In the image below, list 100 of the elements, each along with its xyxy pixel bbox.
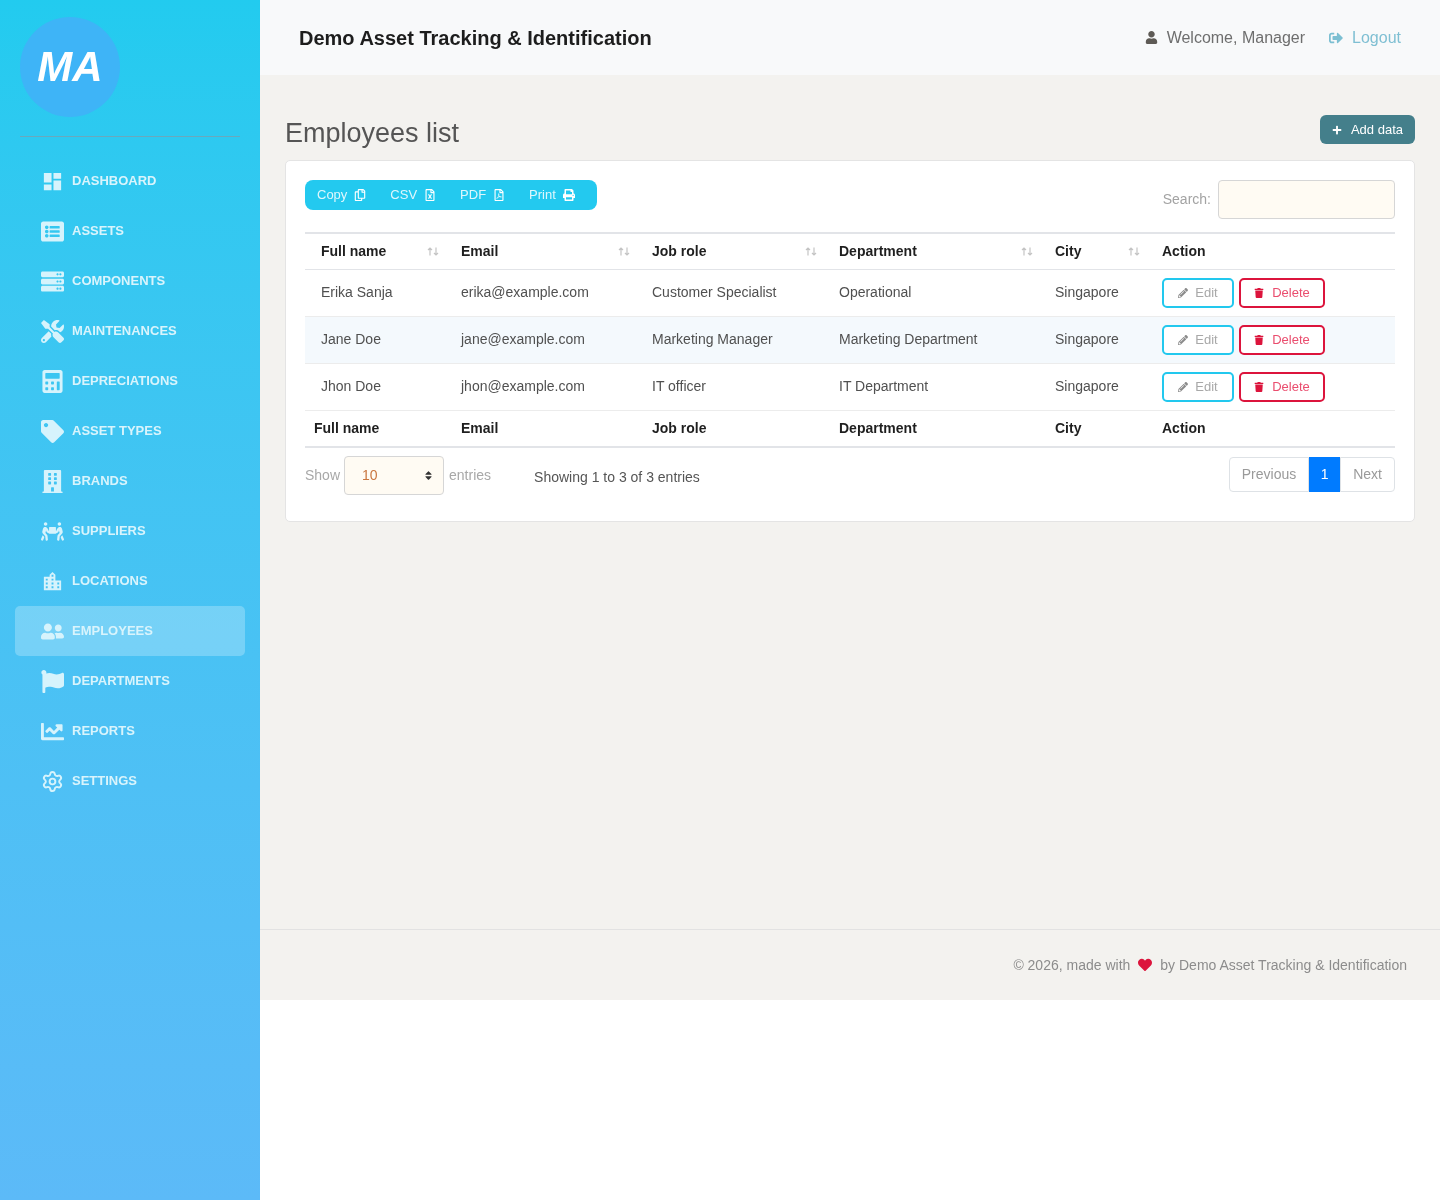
column-footer: Job role (636, 410, 823, 447)
pencil-icon (1178, 287, 1189, 298)
table-cell: Marketing Department (823, 316, 1039, 363)
sidebar-item[interactable]: SUPPLIERS (15, 506, 245, 556)
table-cell: jane@example.com (445, 316, 636, 363)
table-cell: IT officer (636, 363, 823, 410)
sidebar-item[interactable]: DASHBOARD (15, 156, 245, 206)
next-button[interactable]: Next (1340, 457, 1395, 492)
sidebar-item[interactable]: DEPARTMENTS (15, 656, 245, 706)
column-header: Action (1146, 233, 1395, 269)
tag-icon (40, 419, 64, 443)
delete-button[interactable]: Delete (1239, 277, 1325, 308)
sidebar-item[interactable]: EMPLOYEES (15, 606, 245, 656)
export-button[interactable]: CSV (378, 180, 449, 210)
entries-label: entries (449, 466, 492, 485)
server-icon (40, 269, 64, 293)
welcome-text: Welcome, Manager (1166, 27, 1306, 48)
delete-button[interactable]: Delete (1239, 324, 1325, 355)
sidebar-item[interactable]: BRANDS (15, 456, 245, 506)
trash-icon (1254, 334, 1265, 345)
column-footer: Email (445, 410, 636, 447)
column-header[interactable]: Email (445, 233, 636, 269)
export-button[interactable]: Print (517, 180, 587, 210)
export-button[interactable]: PDF (448, 180, 518, 210)
sidebar-item-label: SUPPLIERS (72, 522, 146, 541)
calculator-icon (40, 369, 64, 393)
footer-text: by Demo Asset Tracking & Identification (1160, 955, 1407, 975)
wrench-screwdriver-icon (40, 319, 64, 343)
pencil-icon (1178, 381, 1189, 392)
show-label: Show (305, 466, 341, 485)
table-cell: jhon@example.com (445, 363, 636, 410)
settings-icon (40, 769, 64, 793)
sidebar-item[interactable]: MAINTENANCES (15, 306, 245, 356)
table-info: Showing 1 to 3 of 3 entries (534, 468, 700, 487)
pencil-icon (1178, 334, 1189, 345)
table-cell: Erika Sanja (305, 269, 445, 316)
sidebar-item-label: ASSET TYPES (72, 422, 162, 441)
table-cell: Singapore (1039, 363, 1146, 410)
sidebar-item-label: DEPRECIATIONS (72, 372, 178, 391)
sidebar-item[interactable]: ASSET TYPES (15, 406, 245, 456)
page-button[interactable]: 1 (1309, 457, 1341, 492)
flag-icon (40, 669, 64, 693)
print-icon (562, 189, 575, 201)
sidebar-item-label: DEPARTMENTS (72, 672, 170, 691)
sidebar-item-label: COMPONENTS (72, 272, 166, 291)
footer-text: © 2026, made with (1013, 955, 1131, 975)
table-cell: Operational (823, 269, 1039, 316)
column-header[interactable]: City (1039, 233, 1146, 269)
building-icon (40, 469, 64, 493)
person-carrying-boxes-icon (40, 519, 64, 543)
sidebar-item[interactable]: SETTINGS (15, 756, 245, 806)
table-cell: Marketing Manager (636, 316, 823, 363)
sidebar-item[interactable]: COMPONENTS (15, 256, 245, 306)
column-header[interactable]: Job role (636, 233, 823, 269)
sidebar-item-label: EMPLOYEES (72, 622, 153, 641)
edit-button[interactable]: Edit (1162, 277, 1234, 308)
export-button[interactable]: Copy (305, 180, 379, 210)
table-cell: Singapore (1039, 269, 1146, 316)
sidebar-item-label: SETTINGS (72, 772, 137, 791)
previous-button[interactable]: Previous (1228, 457, 1310, 492)
app-title: Demo Asset Tracking & Identification (299, 25, 652, 51)
sidebar-item-label: REPORTS (72, 722, 135, 741)
trash-icon (1254, 381, 1265, 392)
sidebar-item-label: ASSETS (72, 222, 124, 241)
table-cell: IT Department (823, 363, 1039, 410)
column-header[interactable]: Full name (305, 233, 445, 269)
plus-icon (1331, 124, 1342, 135)
search-label: Search: (1162, 190, 1211, 209)
list-icon (40, 219, 64, 243)
logout-icon (1329, 30, 1344, 45)
sidebar-item-label: MAINTENANCES (72, 322, 177, 341)
sidebar-item-label: BRANDS (72, 472, 128, 491)
sidebar-item[interactable]: DEPRECIATIONS (15, 356, 245, 406)
sidebar-item[interactable]: ASSETS (15, 206, 245, 256)
page-title: Employees list (285, 117, 460, 150)
sidebar-item-label: LOCATIONS (72, 572, 148, 591)
logout-link[interactable]: Logout (1329, 25, 1401, 50)
logo-avatar[interactable]: MA (20, 17, 120, 117)
add-data-button[interactable]: Add data (1319, 115, 1415, 144)
table-cell: Customer Specialist (636, 269, 823, 316)
edit-button[interactable]: Edit (1162, 324, 1234, 355)
sidebar-item[interactable]: LOCATIONS (15, 556, 245, 606)
spreadsheet-file-icon (424, 189, 437, 201)
edit-button[interactable]: Edit (1162, 371, 1234, 402)
table-cell: erika@example.com (445, 269, 636, 316)
column-header[interactable]: Department (823, 233, 1039, 269)
heart-icon (1138, 958, 1153, 972)
trash-icon (1254, 287, 1265, 298)
search-field[interactable] (1218, 180, 1395, 219)
copy-icon (354, 189, 367, 201)
column-footer: Action (1146, 410, 1395, 447)
sidebar-item[interactable]: REPORTS (15, 706, 245, 756)
delete-button[interactable]: Delete (1239, 371, 1325, 402)
page-length-select[interactable]: 10 (344, 456, 445, 495)
column-footer: Full name (305, 410, 445, 447)
sidebar-item-label: DASHBOARD (72, 172, 157, 191)
column-footer: Department (823, 410, 1039, 447)
table-cell: Singapore (1039, 316, 1146, 363)
table-cell: Jhon Doe (305, 363, 445, 410)
up-down-caret-icon (423, 470, 435, 481)
